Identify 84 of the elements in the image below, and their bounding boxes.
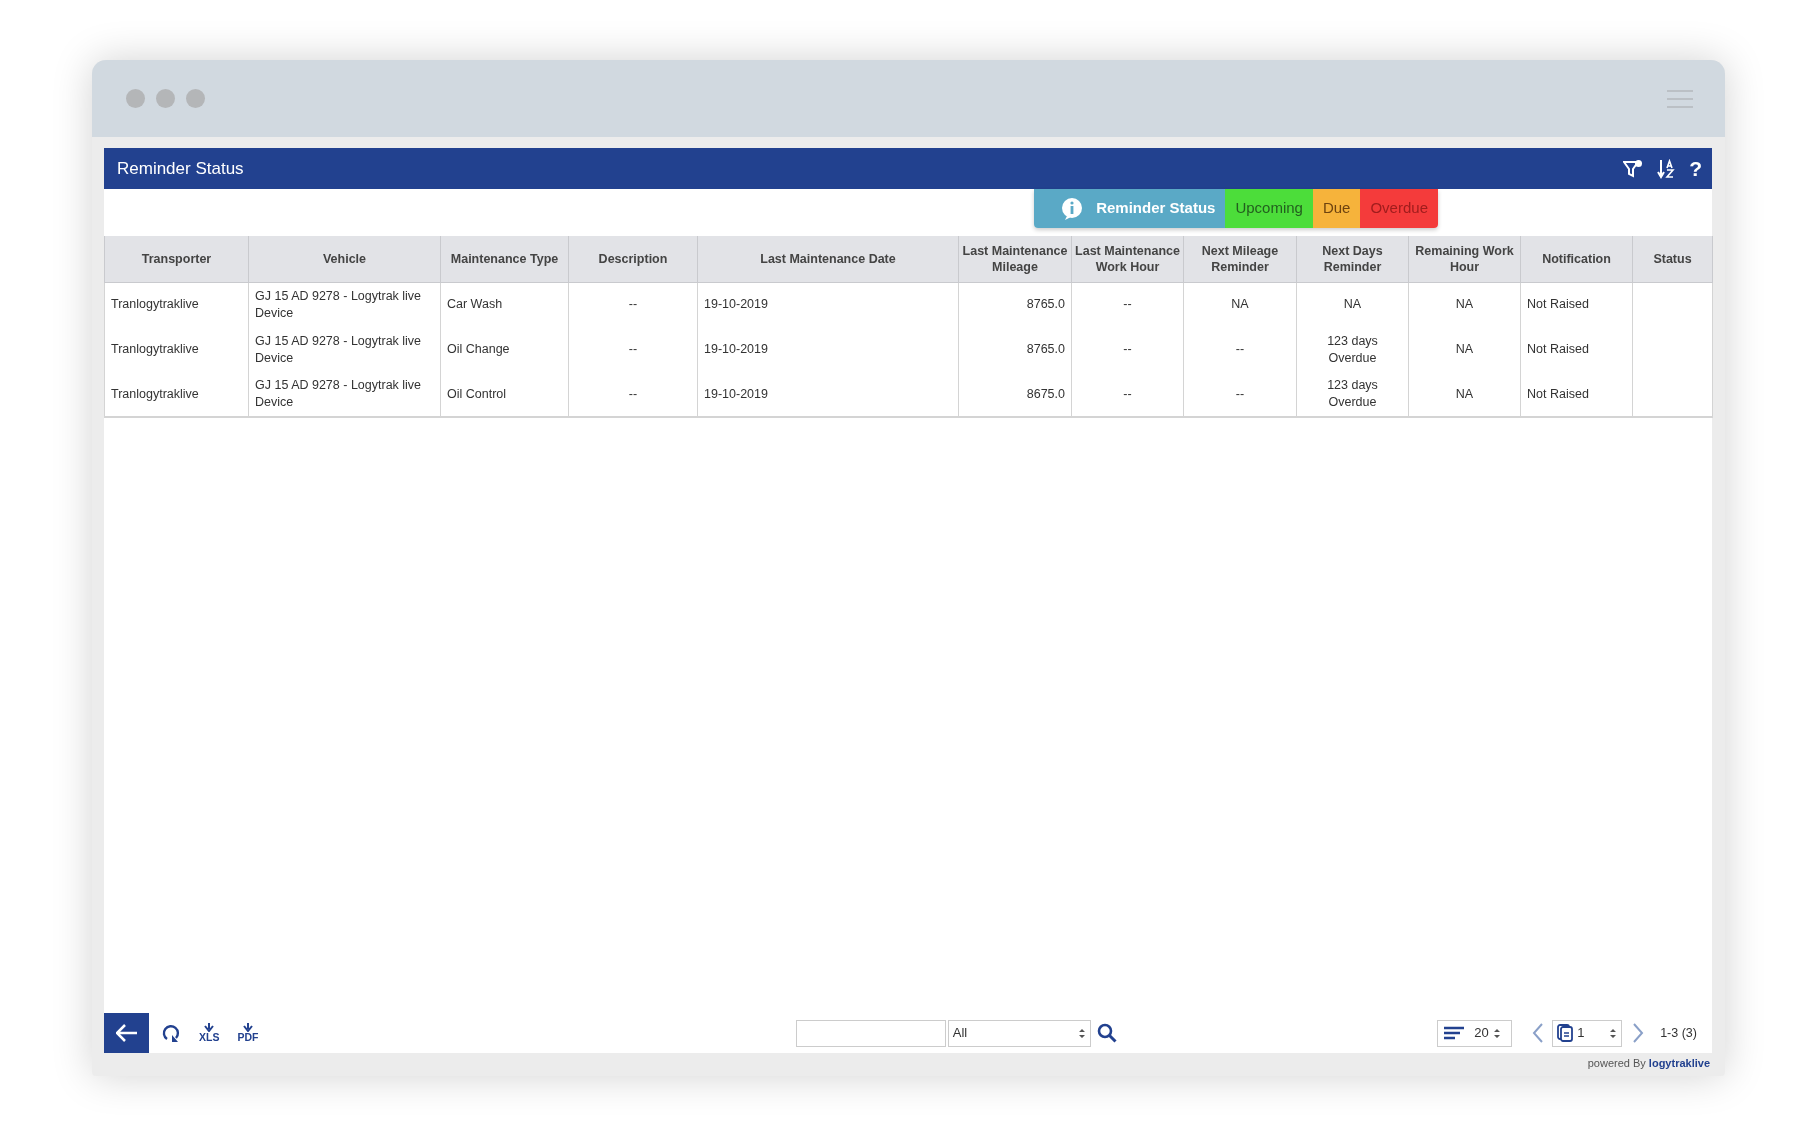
info-icon — [1060, 196, 1085, 221]
panel-title: Reminder Status — [117, 157, 244, 180]
table-cell: Car Wash — [447, 296, 503, 314]
legend-item: Due — [1312, 189, 1361, 228]
powered-by-text: powered By logytraklive — [1586, 1056, 1711, 1070]
page-select[interactable]: 1 — [1552, 1019, 1623, 1047]
table-cell: NA — [1455, 296, 1474, 314]
window-dot — [186, 89, 205, 108]
download-arrow-icon — [204, 1023, 215, 1033]
table-cell: Not Raised — [1527, 385, 1589, 403]
table-cell: 19-10-2019 — [704, 341, 768, 358]
filter-icon — [1623, 158, 1644, 179]
table-cell: NA — [1455, 341, 1474, 358]
table-cell: Tranlogytraklive — [111, 296, 199, 314]
table-cell-text: GJ 15 AD 9278 - Logytrak live Device — [255, 332, 423, 367]
window-dot — [126, 89, 145, 108]
legend-item: Upcoming — [1225, 189, 1313, 228]
filter-settings-icon[interactable] — [1623, 158, 1644, 179]
refresh-icon — [161, 1023, 181, 1043]
table-cell: -- — [1123, 296, 1132, 314]
table-cell: NA — [1343, 296, 1362, 314]
column-header[interactable]: Vehicle — [248, 236, 441, 282]
sort-button[interactable] — [1657, 158, 1676, 179]
back-arrow-icon — [115, 1024, 138, 1042]
table-cell: 19-10-2019 — [704, 385, 768, 403]
column-header[interactable]: Next Mileage Reminder — [1183, 236, 1297, 282]
column-header[interactable]: Last Maintenance Date — [697, 236, 959, 282]
column-header[interactable]: Last Maintenance Mileage — [958, 236, 1072, 282]
table-cell-text: GJ 15 AD 9278 - Logytrak live Device — [255, 287, 423, 322]
table-cell: -- — [1235, 385, 1245, 403]
search-field[interactable] — [795, 1019, 946, 1047]
table-cell: Tranlogytraklive — [111, 385, 199, 403]
table-cell: Oil Control — [447, 385, 507, 403]
table-cell-text: GJ 15 AD 9278 - Logytrak live Device — [255, 377, 423, 411]
dropdown-arrows-icon — [1492, 1027, 1501, 1039]
column-header[interactable]: Next Days Reminder — [1296, 236, 1409, 282]
column-header[interactable]: Transporter — [104, 236, 249, 282]
table-cell-text: 123 days Overdue — [1326, 332, 1379, 367]
table-cell: Oil Change — [447, 341, 510, 358]
help-button[interactable]: ? — [1689, 158, 1702, 179]
column-header[interactable]: Status — [1632, 236, 1713, 282]
column-header[interactable]: Notification — [1520, 236, 1633, 282]
window-dot — [156, 89, 175, 108]
page-range-text: 1-3 (3) — [1660, 1024, 1697, 1042]
chevron-left-icon — [1532, 1023, 1545, 1043]
sort-icon — [1657, 158, 1676, 179]
table-cell: 8765.0 — [1026, 341, 1065, 358]
legend-title: Reminder Status — [1034, 189, 1226, 228]
filter-select[interactable]: All — [947, 1019, 1091, 1047]
column-header[interactable]: Remaining Work Hour — [1408, 236, 1521, 282]
table-cell: NA — [1455, 385, 1474, 403]
column-header[interactable]: Maintenance Type — [440, 236, 569, 282]
page-size-select[interactable]: 20 — [1437, 1019, 1513, 1047]
table-cell: -- — [628, 385, 638, 403]
refresh-button[interactable] — [161, 1023, 181, 1043]
search-button[interactable] — [1096, 1023, 1117, 1043]
table-cell: 19-10-2019 — [704, 296, 768, 314]
table-cell: Not Raised — [1527, 296, 1589, 314]
lines-icon — [1444, 1026, 1465, 1040]
back-button[interactable] — [104, 1013, 149, 1053]
download-button[interactable]: XLS — [199, 1023, 220, 1043]
legend-item: Overdue — [1360, 189, 1438, 228]
column-header[interactable]: Last Maintenance Work Hour — [1071, 236, 1184, 282]
pages-icon — [1557, 1024, 1574, 1042]
table-cell: NA — [1231, 296, 1249, 314]
table-cell: -- — [1235, 341, 1245, 358]
table-cell: 8765.0 — [1026, 296, 1065, 314]
previous-page-button[interactable] — [1532, 1023, 1545, 1043]
table-cell: Tranlogytraklive — [111, 341, 199, 358]
column-header[interactable]: Description — [568, 236, 698, 282]
download-arrow-icon — [242, 1023, 253, 1033]
download-button[interactable]: PDF — [237, 1023, 259, 1043]
search-icon — [1096, 1023, 1117, 1043]
table-cell: -- — [1123, 385, 1132, 403]
dropdown-arrows-icon — [1077, 1027, 1086, 1039]
table-cell: -- — [1123, 341, 1132, 358]
table-cell: Not Raised — [1527, 341, 1589, 358]
next-page-button[interactable] — [1632, 1023, 1645, 1043]
table-cell: -- — [628, 296, 638, 314]
table-cell-text: 123 days Overdue — [1326, 377, 1379, 411]
dropdown-arrows-icon — [1609, 1027, 1618, 1039]
table-cell: -- — [628, 341, 638, 358]
chevron-right-icon — [1632, 1023, 1645, 1043]
table-cell: 8675.0 — [1026, 385, 1065, 403]
